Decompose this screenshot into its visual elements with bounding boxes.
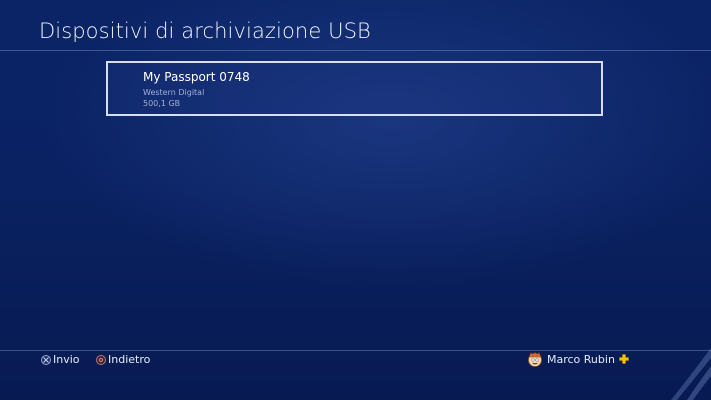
back-label: Indietro xyxy=(108,353,151,366)
device-name: My Passport 0748 xyxy=(143,70,250,84)
user-profile: Marco Rubin xyxy=(527,351,629,367)
page-title: Dispositivi di archiviazione USB xyxy=(39,19,371,43)
ps-plus-icon xyxy=(619,354,629,364)
header-divider xyxy=(0,50,711,51)
enter-label: Invio xyxy=(53,353,80,366)
user-name: Marco Rubin xyxy=(547,352,615,366)
device-list-item[interactable]: My Passport 0748 Western Digital 500,1 G… xyxy=(106,61,603,116)
avatar-icon xyxy=(527,351,543,367)
enter-hint[interactable]: Invio xyxy=(41,353,80,366)
circle-button-icon xyxy=(96,354,106,365)
device-manufacturer: Western Digital xyxy=(143,88,205,97)
back-hint[interactable]: Indietro xyxy=(96,353,150,366)
cross-button-icon xyxy=(41,354,51,365)
device-capacity: 500,1 GB xyxy=(143,99,181,108)
background-swoosh xyxy=(671,348,711,400)
